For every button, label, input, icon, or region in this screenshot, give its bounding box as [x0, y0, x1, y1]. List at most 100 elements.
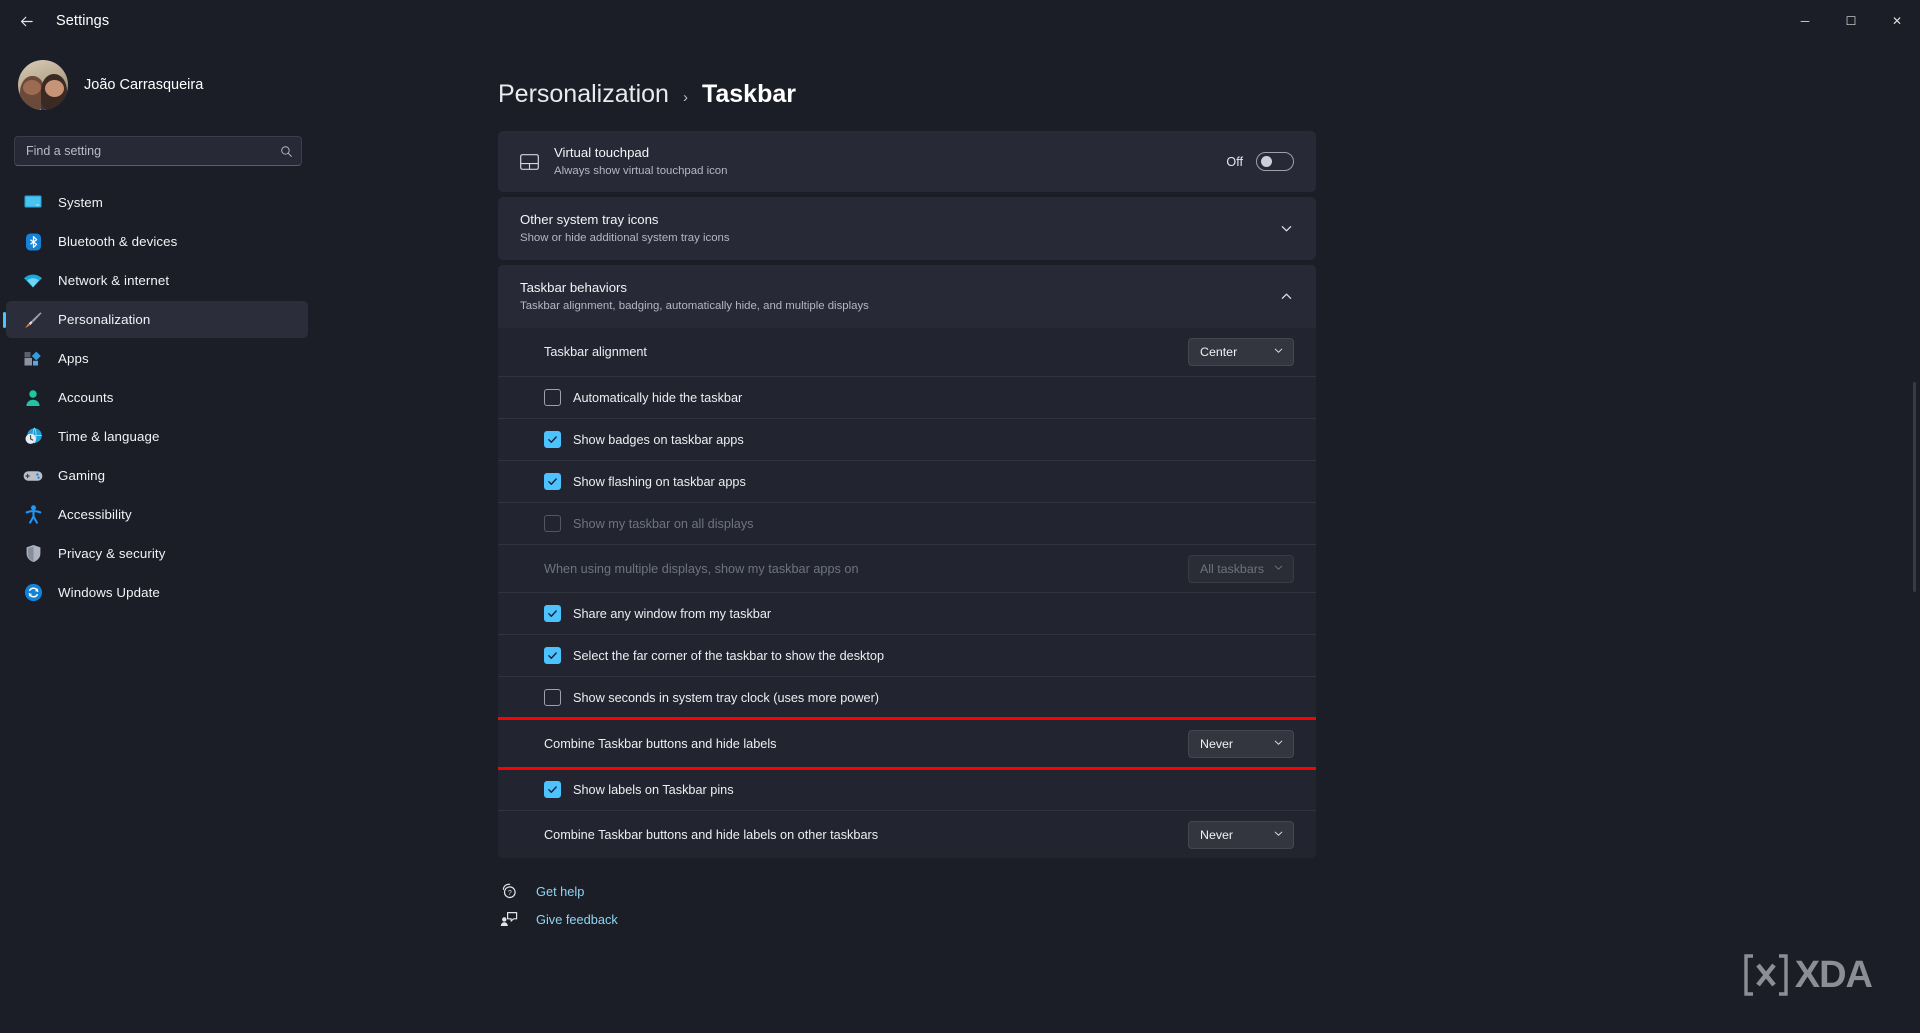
back-button[interactable]	[6, 5, 46, 37]
sidebar-item-apps[interactable]: Apps	[6, 340, 308, 377]
dropdown-row[interactable]: Taskbar alignment Center	[498, 328, 1316, 376]
card-other-system-tray-icons[interactable]: Other system tray icons Show or hide add…	[498, 197, 1316, 260]
chevron-down-icon[interactable]	[1279, 221, 1294, 236]
dropdown-label: Combine Taskbar buttons and hide labels …	[544, 827, 879, 842]
checkbox-row[interactable]: Select the far corner of the taskbar to …	[498, 634, 1316, 676]
checkbox[interactable]	[544, 781, 561, 798]
row-subtitle: Show or hide additional system tray icon…	[520, 232, 730, 245]
sidebar-item-accounts[interactable]: Accounts	[6, 379, 308, 416]
virtual-touchpad-row: Virtual touchpad Always show virtual tou…	[498, 131, 1316, 192]
virtual-touchpad-toggle[interactable]	[1256, 152, 1294, 171]
checkbox-row[interactable]: Share any window from my taskbar	[498, 592, 1316, 634]
sidebar-item-gaming[interactable]: Gaming	[6, 457, 308, 494]
breadcrumb: Personalization › Taskbar	[498, 80, 1920, 109]
row-title: Virtual touchpad	[554, 145, 650, 161]
checkbox-label: Show my taskbar on all displays	[573, 516, 754, 531]
checkbox-row[interactable]: Show my taskbar on all displays	[498, 502, 1316, 544]
search-input[interactable]	[26, 144, 280, 158]
title-bar: Settings ─ ☐ ✕	[0, 0, 1920, 42]
other-tray-icons-row[interactable]: Other system tray icons Show or hide add…	[498, 197, 1316, 260]
main-content: Personalization › Taskbar Virtual touchp…	[320, 42, 1920, 1033]
sidebar-item-network-internet[interactable]: Network & internet	[6, 262, 308, 299]
checkbox[interactable]	[544, 605, 561, 622]
search-box[interactable]	[14, 136, 302, 166]
touchpad-icon	[512, 153, 546, 170]
checkbox-label: Show labels on Taskbar pins	[573, 782, 734, 797]
dropdown[interactable]: Never	[1188, 729, 1294, 758]
checkbox-row[interactable]: Show labels on Taskbar pins	[498, 768, 1316, 810]
breadcrumb-parent[interactable]: Personalization	[498, 80, 669, 109]
taskbar-behavior-rows: Taskbar alignment Center Automatically hid…	[498, 328, 1316, 858]
scrollbar[interactable]	[1913, 382, 1916, 592]
search-container	[0, 122, 320, 166]
footer-links: ? Get help Give feedback	[498, 882, 1316, 928]
chevron-up-icon[interactable]	[1279, 289, 1294, 304]
checkbox-row[interactable]: Show seconds in system tray clock (uses …	[498, 676, 1316, 718]
back-arrow-icon	[20, 16, 33, 26]
checkbox-label: Select the far corner of the taskbar to …	[573, 648, 885, 663]
taskbar-behaviors-header[interactable]: Taskbar behaviors Taskbar alignment, bad…	[498, 265, 1316, 328]
card-taskbar-behaviors: Taskbar behaviors Taskbar alignment, bad…	[498, 265, 1316, 858]
bluetooth-icon	[22, 232, 44, 252]
close-icon: ✕	[1891, 14, 1903, 28]
checkbox[interactable]	[544, 473, 561, 490]
minimize-icon: ─	[1800, 14, 1810, 28]
xda-logo-icon	[1744, 954, 1788, 996]
sidebar: João Carrasqueira System	[0, 42, 320, 1033]
breadcrumb-separator: ›	[682, 89, 688, 106]
checkbox[interactable]	[544, 431, 561, 448]
row-subtitle: Taskbar alignment, badging, automaticall…	[520, 300, 869, 313]
dropdown-row[interactable]: Combine Taskbar buttons and hide labels N…	[498, 717, 1316, 770]
minimize-button[interactable]: ─	[1782, 0, 1828, 42]
search-icon[interactable]	[280, 145, 293, 158]
sidebar-item-label: Privacy & security	[58, 546, 166, 561]
dropdown-row[interactable]: Combine Taskbar buttons and hide labels …	[498, 810, 1316, 858]
dropdown[interactable]: Center	[1188, 338, 1294, 366]
dropdown[interactable]: Never	[1188, 820, 1294, 849]
svg-text:?: ?	[508, 890, 512, 897]
checkbox-row[interactable]: Show flashing on taskbar apps	[498, 460, 1316, 502]
row-title: Taskbar behaviors	[520, 280, 628, 296]
sidebar-item-personalization[interactable]: Personalization	[6, 301, 308, 338]
sidebar-item-system[interactable]: System	[6, 184, 308, 221]
dropdown-row[interactable]: When using multiple displays, show my ta…	[498, 544, 1316, 592]
checkbox[interactable]	[544, 515, 561, 532]
dropdown-value: All taskbars	[1200, 561, 1265, 576]
checkbox[interactable]	[544, 689, 561, 706]
toggle-state-label: Off	[1226, 154, 1243, 169]
close-button[interactable]: ✕	[1874, 0, 1920, 42]
checkbox-row[interactable]: Automatically hide the taskbar	[498, 376, 1316, 418]
link-label: Give feedback	[536, 911, 618, 927]
give-feedback-link[interactable]: Give feedback	[498, 910, 1316, 928]
dropdown-label: When using multiple displays, show my ta…	[544, 561, 859, 576]
dropdown-value: Center	[1200, 345, 1238, 359]
clock-globe-icon	[22, 427, 44, 447]
sidebar-item-time-language[interactable]: Time & language	[6, 418, 308, 455]
dropdown[interactable]: All taskbars	[1188, 554, 1294, 583]
sidebar-item-label: Bluetooth & devices	[58, 234, 178, 249]
settings-list: Virtual touchpad Always show virtual tou…	[498, 131, 1316, 928]
checkbox-row[interactable]: Show badges on taskbar apps	[498, 418, 1316, 460]
sidebar-item-label: Network & internet	[58, 273, 170, 288]
dropdown-value: Never	[1200, 736, 1234, 751]
checkbox-label: Show badges on taskbar apps	[573, 432, 744, 447]
dropdown-container: All taskbars	[1188, 554, 1294, 583]
paintbrush-icon	[22, 310, 44, 330]
checkbox-label: Automatically hide the taskbar	[573, 390, 743, 405]
sidebar-item-privacy-security[interactable]: Privacy & security	[6, 535, 308, 572]
get-help-link[interactable]: ? Get help	[498, 882, 1316, 900]
sidebar-item-label: Personalization	[58, 312, 151, 327]
maximize-button[interactable]: ☐	[1828, 0, 1874, 42]
sidebar-item-bluetooth-devices[interactable]: Bluetooth & devices	[6, 223, 308, 260]
checkbox[interactable]	[544, 647, 561, 664]
update-icon	[22, 583, 44, 603]
person-icon	[22, 388, 44, 408]
sidebar-item-windows-update[interactable]: Windows Update	[6, 574, 308, 611]
card-virtual-touchpad: Virtual touchpad Always show virtual tou…	[498, 131, 1316, 192]
row-subtitle: Always show virtual touchpad icon	[554, 165, 728, 178]
chevron-down-icon	[1273, 343, 1284, 361]
checkbox[interactable]	[544, 389, 561, 406]
sidebar-item-accessibility[interactable]: Accessibility	[6, 496, 308, 533]
user-profile[interactable]: João Carrasqueira	[0, 48, 320, 122]
link-label: Get help	[536, 883, 585, 899]
